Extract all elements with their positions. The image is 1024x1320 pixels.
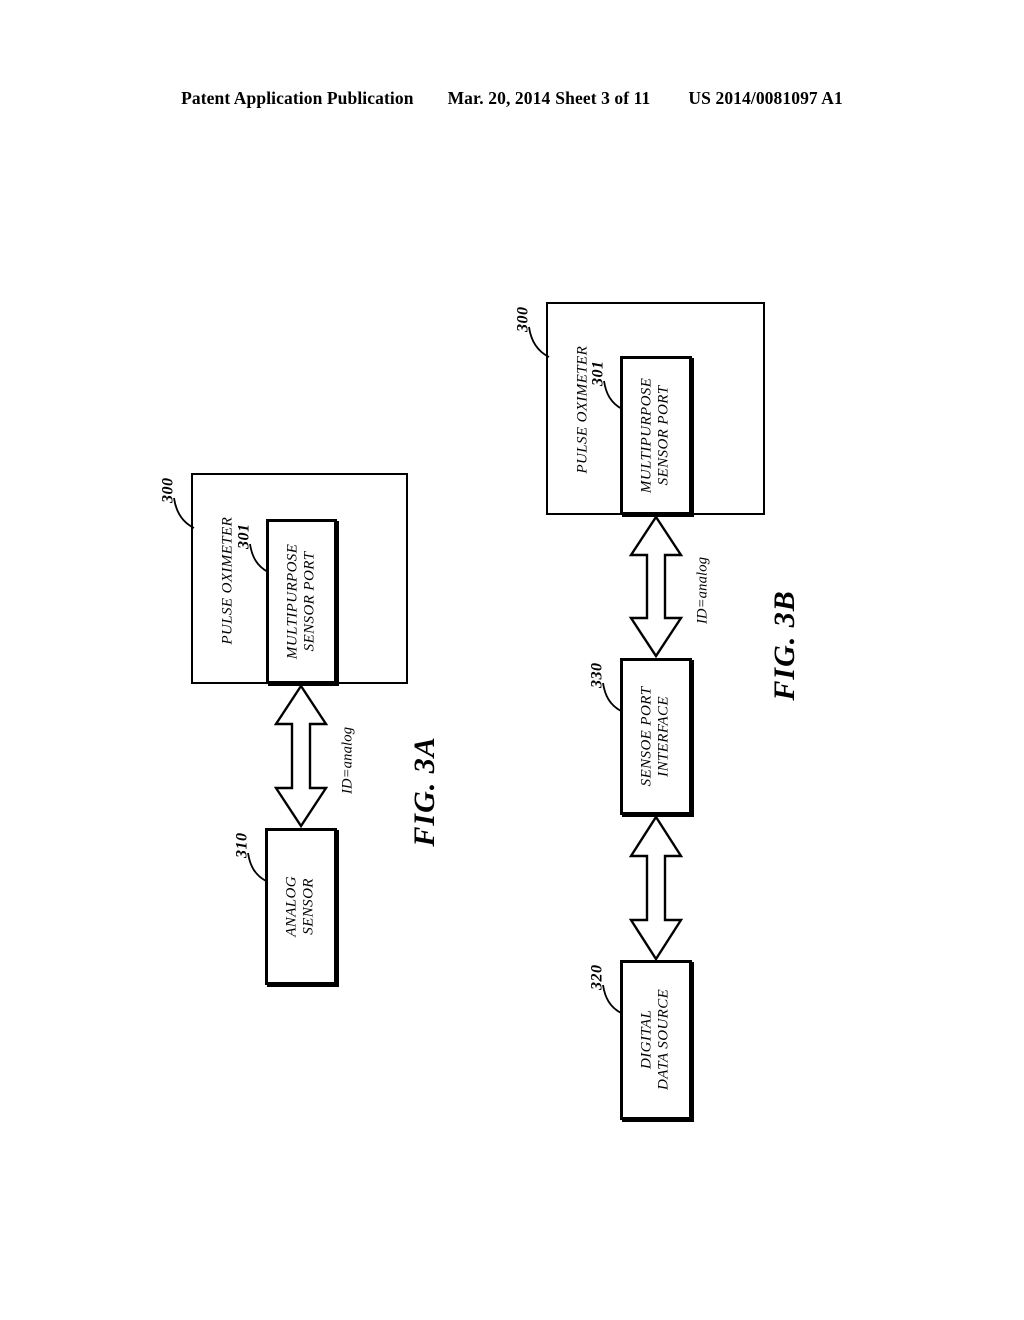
fig3b-lower-connector-arrow bbox=[627, 815, 685, 961]
fig3a-connector-arrow bbox=[272, 684, 330, 828]
fig3a-lead-301 bbox=[248, 542, 278, 576]
fig3a-connector-label: ID=analog bbox=[339, 726, 356, 794]
header-patent-number: US 2014/0081097 A1 bbox=[688, 88, 843, 108]
fig3b-lead-300 bbox=[527, 325, 559, 361]
fig3b-upper-connector-arrow bbox=[627, 515, 685, 658]
fig3b-upper-connector-label: ID=analog bbox=[694, 556, 711, 624]
fig3a-caption: FIG. 3A bbox=[408, 736, 442, 847]
fig3b-lead-320 bbox=[601, 983, 631, 1017]
patent-drawing-page: Patent Application Publication Mar. 20, … bbox=[0, 0, 1024, 1320]
header-publication-label: Patent Application Publication bbox=[181, 88, 414, 108]
fig3a-lead-300 bbox=[172, 496, 204, 532]
page-header: Patent Application Publication Mar. 20, … bbox=[0, 88, 1024, 112]
header-date: Mar. 20, 2014 bbox=[447, 88, 551, 108]
header-sheet: Sheet 3 of 11 bbox=[555, 88, 651, 108]
fig3b-lead-301 bbox=[602, 379, 632, 413]
fig3a-lead-310 bbox=[246, 851, 276, 885]
fig3b-caption: FIG. 3B bbox=[768, 590, 802, 701]
fig3b-lead-330 bbox=[601, 681, 631, 715]
